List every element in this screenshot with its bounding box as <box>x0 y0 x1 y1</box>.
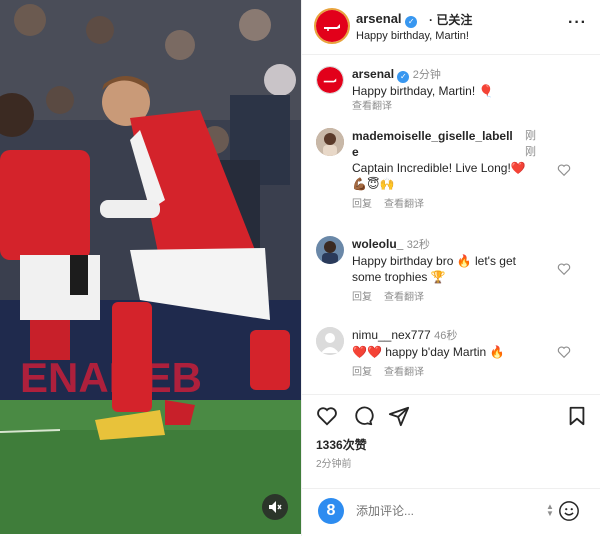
reply-link[interactable]: 回复 <box>352 292 372 303</box>
avatar[interactable] <box>316 327 344 355</box>
comment-text: Captain Incredible! Live Long!❤️ 💪🏾😇🙌 <box>352 161 526 191</box>
arsenal-logo-icon <box>316 10 348 42</box>
avatar[interactable] <box>316 128 344 156</box>
balloon-emoji: 🎈 <box>478 84 494 98</box>
follow-status[interactable]: · 已关注 <box>429 11 472 28</box>
caption-time: 2分钟 <box>412 69 441 81</box>
arsenal-avatar[interactable] <box>316 66 344 94</box>
save-bookmark-icon[interactable] <box>566 405 588 427</box>
post-actions-section: 1336次赞 2分钟前 8 ▲▼ <box>302 394 600 536</box>
reply-link[interactable]: 回复 <box>352 199 372 210</box>
see-translation-link[interactable]: 查看翻译 <box>384 367 424 378</box>
reply-link[interactable]: 回复 <box>352 367 372 378</box>
arsenal-avatar[interactable] <box>314 8 350 44</box>
video-frame-image: ENAMEB <box>0 0 301 534</box>
like-heart-icon[interactable] <box>316 405 338 427</box>
more-dots-icon[interactable]: ··· <box>568 14 587 32</box>
header-subtitle: Happy birthday, Martin! <box>356 30 469 42</box>
like-comment-heart-icon[interactable] <box>557 262 571 276</box>
comment-username[interactable]: nimu__nex777 <box>352 328 431 342</box>
comment-text: Happy birthday bro 🔥 let's get some troph… <box>352 254 516 284</box>
like-comment-heart-icon[interactable] <box>557 345 571 359</box>
comment-item: nimu__nex777 46秒 ❤️❤️ happy b'day Martin… <box>302 325 600 385</box>
comment-text: ❤️❤️ happy b'day Martin 🔥 <box>352 345 505 359</box>
like-comment-heart-icon[interactable] <box>557 163 571 177</box>
see-translation-link[interactable]: 查看翻译 <box>384 199 424 210</box>
volume-muted-icon <box>269 501 282 513</box>
comment-time: 32秒 <box>406 239 430 251</box>
comment-time: 刚刚 <box>525 130 536 158</box>
share-paper-plane-icon[interactable] <box>388 405 410 427</box>
comment-username[interactable]: woleolu_ <box>352 237 403 251</box>
post-timestamp: 2分钟前 <box>316 459 352 470</box>
comment-body: mademoiselle_giselle_labell e Captain Inc… <box>352 128 552 213</box>
instagram-post-viewer: ENAMEB arsenal ✓ · 已关注 Happy birthday, M… <box>0 0 600 536</box>
post-side-panel: arsenal ✓ · 已关注 Happy birthday, Martin! … <box>301 0 600 536</box>
mute-button[interactable] <box>262 494 288 520</box>
comments-list[interactable]: arsenal ✓ 2分钟 Happy birthday, Martin! 🎈 … <box>302 56 600 394</box>
comment-item: woleolu_ 32秒 Happy birthday bro 🔥 let's … <box>302 234 600 304</box>
verified-badge-icon: ✓ <box>405 16 418 28</box>
avatar[interactable] <box>316 236 344 264</box>
arsenal-logo-icon <box>317 67 343 93</box>
caption-item: arsenal ✓ 2分钟 Happy birthday, Martin! 🎈 … <box>302 64 600 114</box>
emoji-smiley-icon[interactable] <box>558 500 580 522</box>
post-video[interactable]: ENAMEB <box>0 0 301 534</box>
caption-username[interactable]: arsenal <box>352 67 394 81</box>
comment-body: woleolu_ 32秒 Happy birthday bro 🔥 let's … <box>352 236 552 306</box>
see-translation-link[interactable]: 查看翻译 <box>384 292 424 303</box>
comment-username[interactable]: mademoiselle_giselle_labell e <box>352 128 552 160</box>
comment-bubble-icon[interactable] <box>352 405 374 427</box>
caption-text: Happy birthday, Martin! <box>352 84 476 98</box>
see-translation-link[interactable]: 查看翻译 <box>352 101 392 112</box>
verified-badge-icon: ✓ <box>397 71 410 83</box>
post-header: arsenal ✓ · 已关注 Happy birthday, Martin! … <box>302 0 600 55</box>
current-user-avatar: 8 <box>318 498 344 524</box>
comment-body: nimu__nex777 46秒 ❤️❤️ happy b'day Martin… <box>352 327 552 381</box>
comment-time: 46秒 <box>434 330 458 342</box>
sort-arrows-icon[interactable]: ▲ ▼ <box>546 503 554 518</box>
comment-item: mademoiselle_giselle_labell e Captain Inc… <box>302 126 600 216</box>
add-comment-input[interactable] <box>356 504 526 518</box>
add-comment-row: 8 ▲▼ <box>302 488 600 537</box>
header-username[interactable]: arsenal ✓ <box>356 11 418 28</box>
caption-body: arsenal ✓ 2分钟 Happy birthday, Martin! 🎈 … <box>352 66 552 115</box>
likes-count[interactable]: 1336次赞 <box>316 436 367 453</box>
svg-text:ENAMEB: ENAMEB <box>20 354 202 401</box>
